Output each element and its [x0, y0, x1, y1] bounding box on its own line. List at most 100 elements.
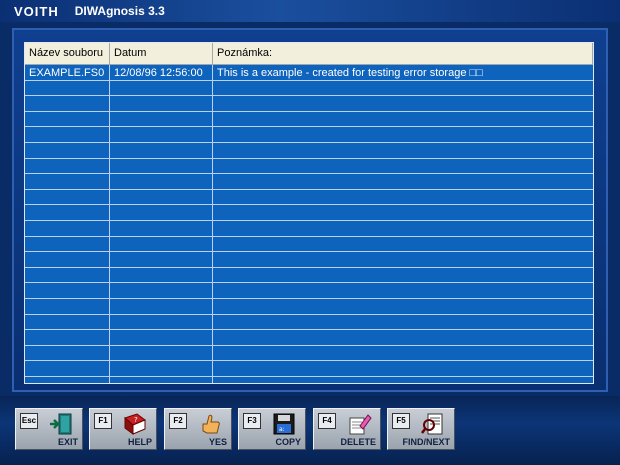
- button-label: EXIT: [57, 437, 78, 447]
- table-cell: [25, 220, 110, 236]
- button-label: FIND/NEXT: [402, 437, 450, 447]
- table-cell: [213, 174, 593, 189]
- yes-button[interactable]: F2 YES: [164, 408, 232, 450]
- table-row[interactable]: [25, 361, 593, 377]
- table-cell: [213, 377, 593, 383]
- table-row[interactable]: [25, 220, 593, 237]
- cell-note: This is a example - created for testing …: [217, 67, 483, 79]
- table-cell: [213, 205, 593, 220]
- table-cell: [110, 80, 213, 96]
- table-cell: [110, 158, 213, 174]
- exit-button[interactable]: Esc EXIT: [15, 408, 83, 450]
- table-cell: [110, 174, 213, 189]
- column-header-note[interactable]: Poznámka:: [213, 43, 593, 64]
- table-row[interactable]: [25, 267, 593, 284]
- button-label: COPY: [275, 437, 301, 447]
- delete-button[interactable]: F4 DELETE: [313, 408, 381, 450]
- button-label: YES: [208, 437, 227, 447]
- table-cell: [110, 283, 213, 298]
- table-cell: [25, 345, 110, 361]
- thumbs-up-icon: [202, 414, 220, 434]
- eraser-icon: [349, 414, 372, 435]
- table-row[interactable]: [25, 142, 593, 159]
- table-cell: [25, 314, 110, 330]
- table-cell: [110, 127, 213, 142]
- table-row[interactable]: [25, 96, 593, 112]
- table-row[interactable]: [25, 205, 593, 221]
- table-cell: [25, 376, 110, 383]
- table-cell: [25, 361, 110, 376]
- table-row[interactable]: [25, 376, 593, 383]
- table-cell: [213, 330, 593, 345]
- table-row[interactable]: [25, 127, 593, 143]
- table-row[interactable]: EXAMPLE.FS0 12/08/96 12:56:00 This is a …: [25, 65, 593, 81]
- table-cell: [213, 237, 593, 252]
- table-cell: [213, 361, 593, 376]
- table-row[interactable]: [25, 314, 593, 331]
- key-badge: F5: [392, 413, 410, 429]
- table-row[interactable]: [25, 158, 593, 175]
- table-cell: [25, 142, 110, 158]
- table-cell: [110, 314, 213, 330]
- table-cell: [110, 376, 213, 383]
- table-cell: [213, 268, 593, 283]
- cell-date: 12/08/96 12:56:00: [110, 65, 213, 80]
- svg-text:?: ?: [134, 416, 138, 424]
- table-cell: [213, 96, 593, 111]
- table-header: Název souboru Datum Poznámka:: [25, 43, 593, 65]
- table-row[interactable]: [25, 174, 593, 190]
- table-cell: [110, 142, 213, 158]
- brand-name: VOITH: [14, 3, 59, 19]
- table-cell: [213, 221, 593, 236]
- key-badge: F4: [318, 413, 336, 429]
- table-row[interactable]: [25, 283, 593, 299]
- exit-door-icon: [50, 413, 72, 435]
- table-cell: [213, 299, 593, 314]
- table-cell: [25, 111, 110, 127]
- table-row[interactable]: [25, 330, 593, 346]
- key-badge: F1: [94, 413, 112, 429]
- table-cell: [110, 189, 213, 205]
- table-row[interactable]: [25, 298, 593, 315]
- table-body: EXAMPLE.FS0 12/08/96 12:56:00 This is a …: [25, 65, 593, 383]
- table-cell: [25, 205, 110, 220]
- table-cell: [213, 81, 593, 96]
- table-row[interactable]: [25, 189, 593, 206]
- table-cell: [25, 127, 110, 142]
- button-label: DELETE: [340, 437, 376, 447]
- help-button[interactable]: F1 ? HELP: [89, 408, 157, 450]
- table-cell: [213, 190, 593, 205]
- table-cell: [25, 283, 110, 298]
- table-cell: [213, 283, 593, 298]
- table-cell: [110, 96, 213, 111]
- table-cell: [25, 236, 110, 252]
- title-bar: VOITH DIWAgnosis 3.3: [0, 0, 620, 22]
- table-cell: [25, 298, 110, 314]
- help-book-icon: ?: [124, 413, 146, 435]
- table-cell: [213, 315, 593, 330]
- table-cell: [110, 345, 213, 361]
- table-cell: [213, 143, 593, 158]
- table-cell: [25, 330, 110, 345]
- svg-text:a:: a:: [279, 426, 285, 433]
- column-header-filename[interactable]: Název souboru: [25, 43, 110, 64]
- table-cell: [110, 236, 213, 252]
- table-cell: [110, 361, 213, 376]
- table-cell: [25, 158, 110, 174]
- table-row[interactable]: [25, 345, 593, 362]
- button-label: HELP: [127, 437, 152, 447]
- table-cell: [110, 298, 213, 314]
- find-next-button[interactable]: F5 FIND/NEXT: [387, 408, 455, 450]
- copy-button[interactable]: F3 a: COPY: [238, 408, 306, 450]
- table-cell: [213, 127, 593, 142]
- table-row[interactable]: [25, 236, 593, 253]
- table-row[interactable]: [25, 252, 593, 268]
- table-row[interactable]: [25, 80, 593, 97]
- table-cell: [25, 174, 110, 189]
- table-cell: [110, 267, 213, 283]
- table-cell: [213, 346, 593, 361]
- table-cell: [25, 80, 110, 96]
- column-header-date[interactable]: Datum: [110, 43, 213, 64]
- table-row[interactable]: [25, 111, 593, 128]
- table-cell: [110, 330, 213, 345]
